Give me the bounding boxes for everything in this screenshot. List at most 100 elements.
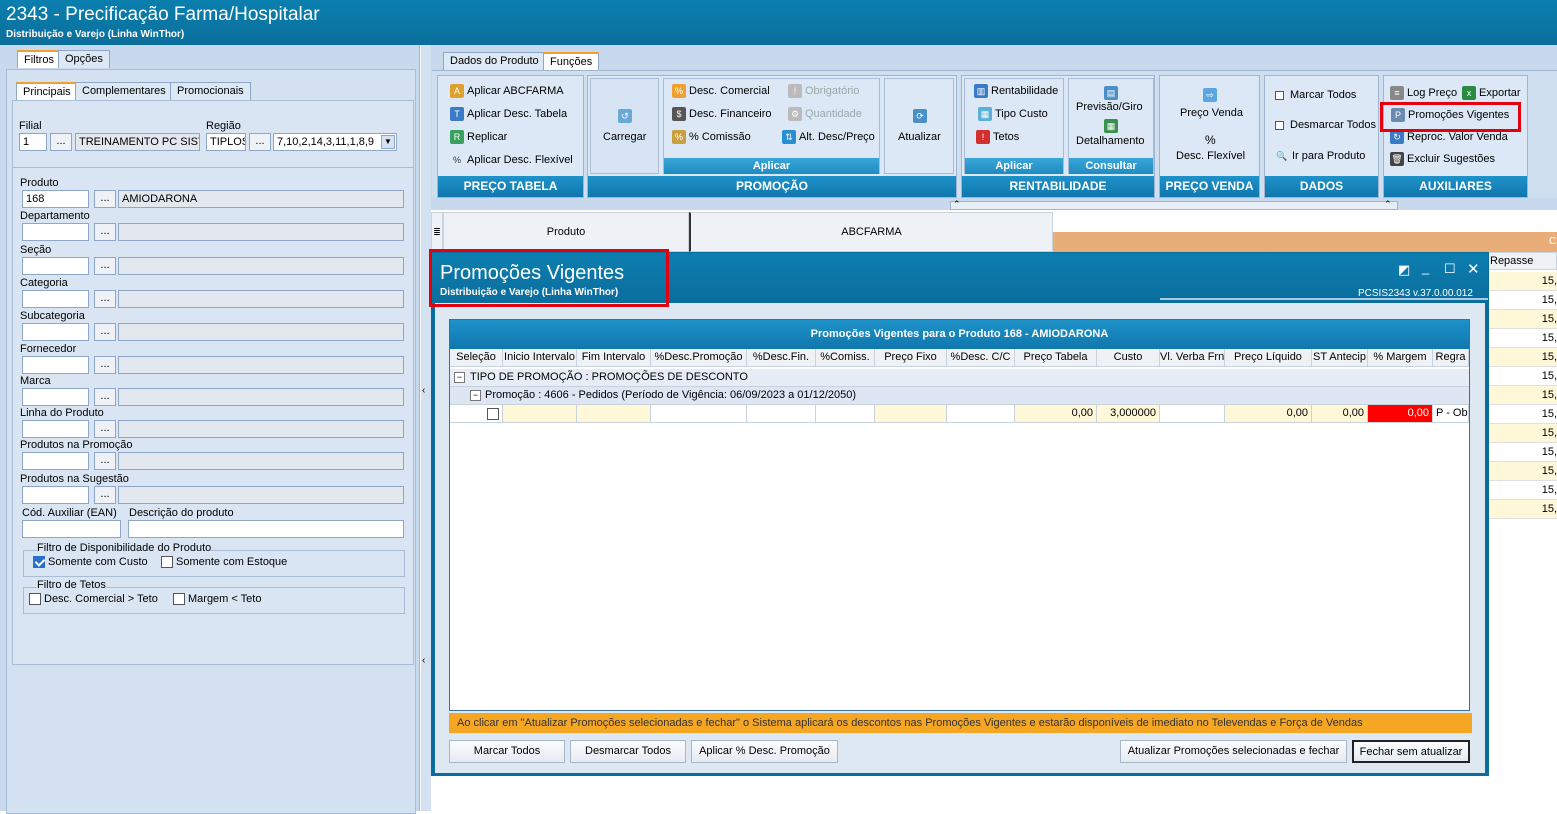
tab-complementares[interactable]: Complementares xyxy=(75,82,173,100)
ir-para-produto-button[interactable]: 🔍 Ir para Produto xyxy=(1275,149,1365,163)
obrigatorio-button[interactable]: ! Obrigatório xyxy=(788,84,859,98)
replicar-button[interactable]: R Replicar xyxy=(450,130,507,144)
detalhamento-button[interactable]: Detalhamento xyxy=(1076,135,1145,147)
teto-desc-checkbox[interactable]: Desc. Comercial > Teto xyxy=(29,593,158,606)
field-lookup-button[interactable]: ... xyxy=(94,486,116,504)
column-header[interactable]: Inicio Intervalo xyxy=(503,349,577,367)
field-lookup-button[interactable]: ... xyxy=(94,356,116,374)
tipo-custo-button[interactable]: ▦ Tipo Custo xyxy=(978,107,1048,121)
fechar-sem-atualizar-button[interactable]: Fechar sem atualizar xyxy=(1352,740,1470,763)
desc-financeiro-button[interactable]: $ Desc. Financeiro xyxy=(672,107,772,121)
field-code-input[interactable] xyxy=(22,356,89,374)
field-code-input[interactable] xyxy=(22,323,89,341)
comissao-button[interactable]: %% Comissão xyxy=(672,130,751,144)
column-header[interactable]: Regra xyxy=(1433,349,1469,367)
col-repasse-header[interactable]: Repasse xyxy=(1486,252,1557,270)
somente-estoque-checkbox[interactable]: Somente com Estoque xyxy=(161,556,287,569)
chevron-up-icon[interactable]: ⌃ xyxy=(953,199,961,210)
marcar-todos-button[interactable]: Marcar Todos xyxy=(449,740,565,763)
ribbon-collapse-bar[interactable] xyxy=(950,201,1398,210)
previsao-giro-button[interactable]: Previsão/Giro xyxy=(1076,101,1143,113)
column-header[interactable]: Seleção xyxy=(450,349,503,367)
column-header[interactable]: Preço Líquido xyxy=(1225,349,1312,367)
descricao-produto-input[interactable] xyxy=(128,520,404,538)
restore-icon[interactable]: ◩ xyxy=(1398,262,1410,278)
marcar-todos-ribbon-button[interactable]: Marcar Todos xyxy=(1275,89,1356,101)
field-lookup-button[interactable]: ... xyxy=(94,420,116,438)
column-header[interactable]: % Margem xyxy=(1368,349,1433,367)
quantidade-button[interactable]: ⚙ Quantidade xyxy=(788,107,862,121)
field-code-input[interactable] xyxy=(22,420,89,438)
field-code-input[interactable] xyxy=(22,486,89,504)
field-code-input[interactable] xyxy=(22,452,89,470)
desmarcar-todos-ribbon-button[interactable]: Desmarcar Todos xyxy=(1275,119,1376,131)
aplicar-desc-flexivel-button[interactable]: % Aplicar Desc. Flexível xyxy=(450,153,573,167)
regiao-lookup-button[interactable]: ... xyxy=(249,133,271,151)
alt-desc-preco-button[interactable]: ⇅ Alt. Desc/Preço xyxy=(782,130,875,144)
field-lookup-button[interactable]: ... xyxy=(94,290,116,308)
chevron-up-icon-2[interactable]: ⌃ xyxy=(1384,199,1392,210)
column-header[interactable]: %Desc.Fin. xyxy=(747,349,816,367)
col-produto-header[interactable]: Produto xyxy=(443,212,689,252)
column-header[interactable]: Preço Fixo xyxy=(875,349,947,367)
log-preco-button[interactable]: ≡ Log Preço xyxy=(1390,86,1457,100)
field-code-input[interactable] xyxy=(22,223,89,241)
collapse-subgroup-icon[interactable]: − xyxy=(470,390,481,401)
col-abcfarma-header[interactable]: ABCFARMA xyxy=(689,212,1053,252)
rentabilidade-button[interactable]: ▥ Rentabilidade xyxy=(974,84,1058,98)
field-code-input[interactable] xyxy=(22,388,89,406)
field-lookup-button[interactable]: ... xyxy=(94,257,116,275)
tetos-button[interactable]: ! Tetos xyxy=(976,130,1019,144)
collapse-group-icon[interactable]: − xyxy=(454,372,465,383)
tab-promocionais[interactable]: Promocionais xyxy=(170,82,251,100)
exportar-button[interactable]: x Exportar xyxy=(1462,86,1521,100)
desc-flexivel-button[interactable]: Desc. Flexível xyxy=(1176,150,1245,162)
atualizar-promocoes-button[interactable]: Atualizar Promoções selecionadas e fecha… xyxy=(1120,740,1347,763)
filial-lookup-button[interactable]: ... xyxy=(50,133,72,151)
column-header[interactable]: %Desc. C/C xyxy=(947,349,1015,367)
column-header[interactable]: %Desc.Promoção xyxy=(651,349,747,367)
field-lookup-button[interactable]: ... xyxy=(94,223,116,241)
aplicar-desc-tabela-button[interactable]: T Aplicar Desc. Tabela xyxy=(450,107,567,121)
collapse-left-icon[interactable]: ‹ xyxy=(422,385,425,396)
tab-funcoes[interactable]: Funções xyxy=(543,52,600,70)
atualizar-button[interactable]: ⟳ Atualizar xyxy=(884,78,954,174)
regiao-select[interactable]: 7,10,2,14,3,11,1,8,9 xyxy=(273,133,397,151)
column-header[interactable]: Custo xyxy=(1097,349,1160,367)
column-header[interactable]: Vl. Verba Frn xyxy=(1160,349,1225,367)
chevron-down-icon[interactable]: ▼ xyxy=(381,135,395,149)
reproc-valor-venda-button[interactable]: ↻ Reproc. Valor Venda xyxy=(1390,130,1508,144)
field-code-input[interactable] xyxy=(22,257,89,275)
filial-input[interactable]: 1 xyxy=(19,133,47,151)
row-checkbox[interactable] xyxy=(487,408,499,420)
ean-input[interactable] xyxy=(22,520,121,538)
desc-comercial-button[interactable]: % Desc. Comercial xyxy=(672,84,770,98)
splitter[interactable] xyxy=(421,45,431,811)
excluir-sugestoes-button[interactable]: 🗑 Excluir Sugestões xyxy=(1390,152,1495,166)
maximize-icon[interactable]: ☐ xyxy=(1444,261,1456,277)
collapse-left-icon-2[interactable]: ‹ xyxy=(422,655,425,666)
field-code-input[interactable]: 168 xyxy=(22,190,89,208)
minimize-icon[interactable]: _ xyxy=(1422,260,1429,275)
tab-principais[interactable]: Principais xyxy=(16,82,78,100)
column-header[interactable]: Fim Intervalo xyxy=(577,349,651,367)
column-header[interactable]: ST Antecip xyxy=(1312,349,1368,367)
column-header[interactable]: Preço Tabela xyxy=(1015,349,1097,367)
field-lookup-button[interactable]: ... xyxy=(94,190,116,208)
tab-filtros[interactable]: Filtros xyxy=(17,50,61,68)
grid-menu-icon[interactable]: ≣ xyxy=(431,212,443,252)
regiao-input[interactable]: TIPLOS xyxy=(206,133,246,151)
carregar-button[interactable]: ↺ Carregar xyxy=(590,78,659,174)
preco-venda-button[interactable]: Preço Venda xyxy=(1180,107,1243,119)
close-icon[interactable]: ✕ xyxy=(1467,260,1480,278)
column-header[interactable]: %Comiss. xyxy=(816,349,875,367)
teto-margem-checkbox[interactable]: Margem < Teto xyxy=(173,593,261,606)
field-lookup-button[interactable]: ... xyxy=(94,323,116,341)
tab-opcoes[interactable]: Opções xyxy=(58,50,110,68)
desmarcar-todos-button[interactable]: Desmarcar Todos xyxy=(570,740,686,763)
selection-cell[interactable] xyxy=(450,405,503,423)
field-lookup-button[interactable]: ... xyxy=(94,388,116,406)
tab-dados-produto[interactable]: Dados do Produto xyxy=(443,52,546,70)
field-lookup-button[interactable]: ... xyxy=(94,452,116,470)
field-code-input[interactable] xyxy=(22,290,89,308)
